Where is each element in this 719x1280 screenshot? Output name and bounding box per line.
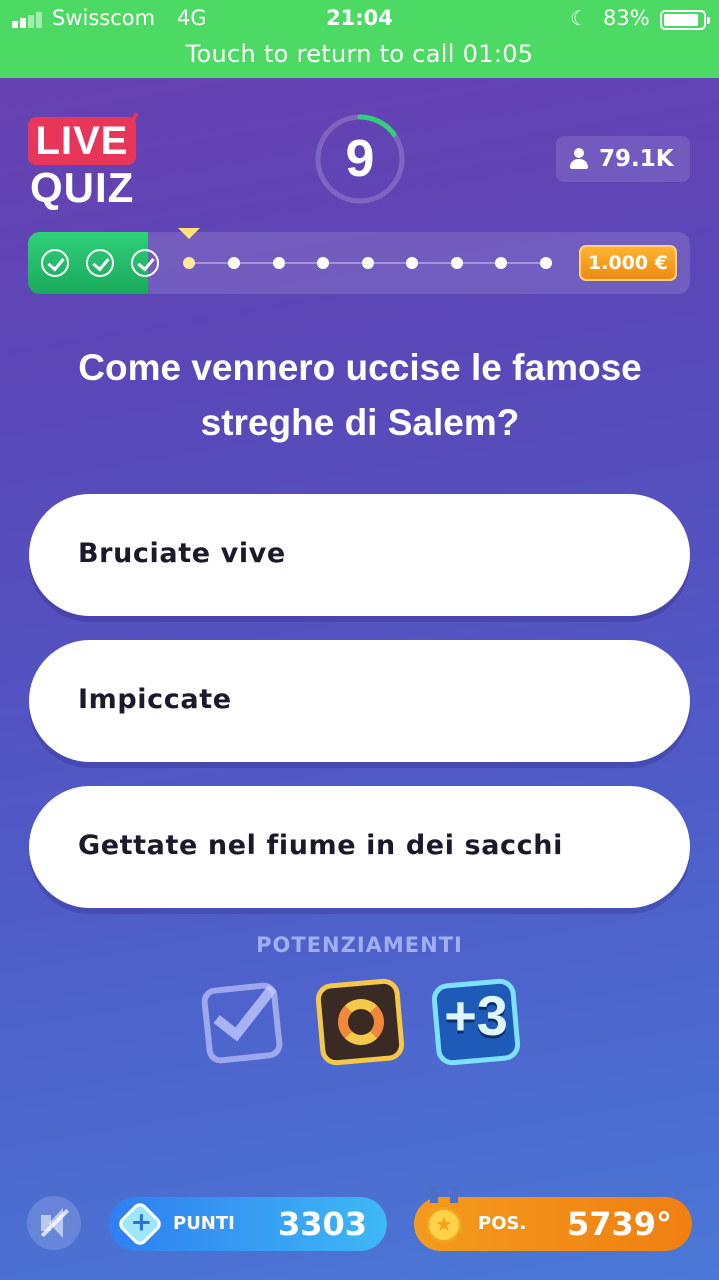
progress-dot <box>451 257 463 269</box>
current-question-pointer-icon <box>178 228 200 239</box>
powerups-title: POTENZIAMENTI <box>256 933 463 957</box>
points-label: PUNTI <box>173 1213 235 1234</box>
answer-option-3[interactable]: Gettate nel fiume in dei sacchi <box>29 786 690 908</box>
battery-percentage: 83% <box>603 6 650 30</box>
progress-dot <box>228 257 240 269</box>
logo-quiz: QUIZ <box>30 164 135 211</box>
progress-dot <box>540 257 552 269</box>
answer-option-1[interactable]: Bruciate vive <box>29 494 690 616</box>
countdown-timer: 9 <box>314 113 406 205</box>
plus-three-label: +3 <box>444 984 508 1047</box>
points-value: 3303 <box>277 1205 367 1243</box>
progress-dot <box>273 257 285 269</box>
check-circle-icon <box>41 249 69 277</box>
return-to-call-banner[interactable]: Touch to return to call 01:05 <box>0 40 719 68</box>
do-not-disturb-icon: ☾ <box>570 6 588 30</box>
progress-dot <box>406 257 418 269</box>
position-label: POS. <box>478 1213 527 1234</box>
progress-dot-current <box>183 257 195 269</box>
answer-label: Gettate nel fiume in dei sacchi <box>78 830 563 861</box>
viewer-count-badge: 79.1K <box>556 136 690 182</box>
timer-value: 9 <box>345 130 375 188</box>
check-circle-icon <box>131 249 159 277</box>
question-progress-track: 1.000 € <box>28 228 690 294</box>
status-bar: Swisscom 4G 21:04 ☾ 83% Touch to return … <box>0 0 719 78</box>
answer-label: Impiccate <box>78 684 232 715</box>
live-quiz-logo: LIVE QUIZ <box>28 104 140 212</box>
check-icon[interactable] <box>200 972 292 1067</box>
check-circle-icon <box>86 249 114 277</box>
answer-option-2[interactable]: Impiccate <box>29 640 690 762</box>
position-badge: POS. 5739° <box>414 1187 692 1251</box>
question-text: Come vennero uccise le famose streghe di… <box>78 347 642 443</box>
answer-label: Bruciate vive <box>78 538 286 569</box>
progress-dot <box>495 257 507 269</box>
diamond-plus-icon <box>115 1199 165 1249</box>
viewer-count: 79.1K <box>599 146 674 172</box>
battery-icon <box>660 10 710 30</box>
swap-icon[interactable] <box>314 975 406 1067</box>
points-badge: PUNTI 3303 <box>109 1197 387 1251</box>
mute-button[interactable] <box>27 1196 81 1250</box>
prize-badge: 1.000 € <box>579 245 677 281</box>
progress-dot <box>362 257 374 269</box>
progress-dot <box>317 257 329 269</box>
position-value: 5739° <box>566 1205 672 1243</box>
plus-three-icon[interactable]: +3 <box>430 975 522 1067</box>
medal-icon <box>426 1207 462 1243</box>
user-icon <box>570 148 588 170</box>
